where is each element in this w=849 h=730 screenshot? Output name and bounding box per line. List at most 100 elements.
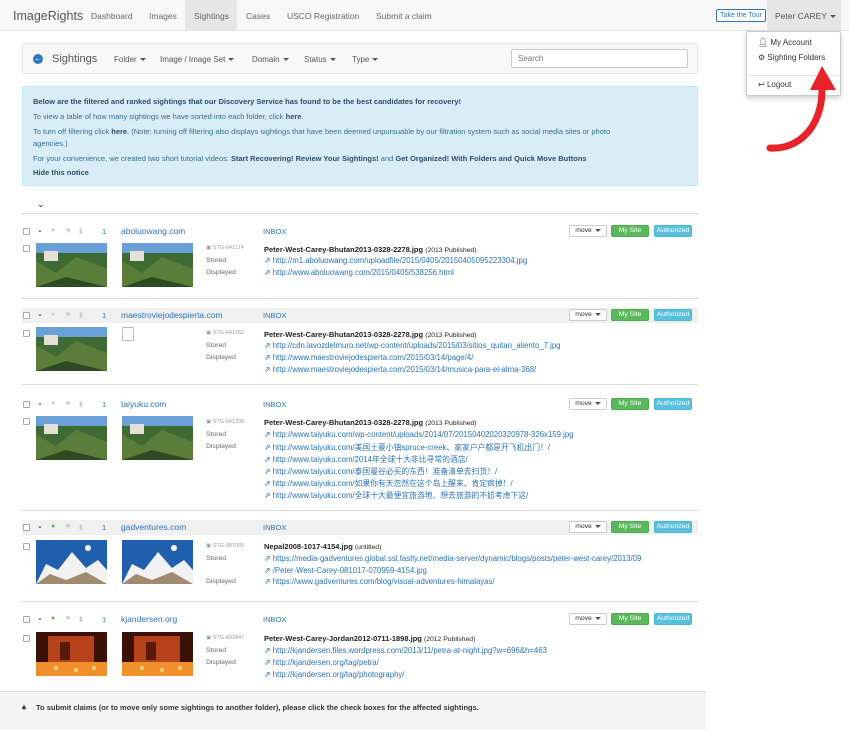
filter-image-set[interactable]: Image / Image Set bbox=[160, 55, 235, 64]
tutorial-link-organize[interactable]: Get Organized! With Folders and Quick Mo… bbox=[395, 154, 586, 163]
displayed-url-link[interactable]: https://www.gadventures.com/blog/visual-… bbox=[264, 577, 495, 586]
sighting-thumbnail[interactable] bbox=[36, 632, 107, 676]
sighting-count[interactable]: 1 bbox=[102, 523, 106, 532]
displayed-url-link[interactable]: http://www.aboluowang.com/2015/0405/5382… bbox=[264, 268, 454, 277]
sighting-count[interactable]: 1 bbox=[102, 400, 106, 409]
my-site-button[interactable]: My Site bbox=[611, 613, 649, 625]
sighting-thumbnail[interactable] bbox=[36, 416, 107, 460]
filter-status[interactable]: Status bbox=[304, 55, 336, 64]
displayed-url-link[interactable]: http://www.taiyuku.com/泰国曼谷必买的东西！准备清单去扫货… bbox=[264, 466, 497, 477]
row-checkbox[interactable] bbox=[23, 401, 30, 408]
folder-label[interactable]: INBOX bbox=[263, 311, 286, 320]
stored-url-link[interactable]: http://cdn.lavozdelmuro.net/wp-content/u… bbox=[264, 341, 561, 350]
stored-url-link[interactable]: http://kjandersen.files.wordpress.com/20… bbox=[264, 646, 547, 655]
search-input[interactable] bbox=[511, 49, 688, 68]
info-icon[interactable]: ● bbox=[51, 311, 55, 318]
authorized-button[interactable]: Authorized bbox=[654, 613, 692, 625]
filter-domain[interactable]: Domain bbox=[252, 55, 289, 64]
move-dropdown-button[interactable]: move bbox=[569, 398, 607, 410]
domain-link[interactable]: gadventures.com bbox=[121, 522, 186, 532]
authorized-button[interactable]: Authorized bbox=[654, 521, 692, 533]
flag-icon[interactable]: ⚑ bbox=[65, 311, 71, 319]
bookmark-icon[interactable]: ▮ bbox=[79, 400, 83, 408]
nav-cases[interactable]: Cases bbox=[246, 11, 270, 21]
folder-label[interactable]: INBOX bbox=[263, 523, 286, 532]
back-arrow-icon[interactable]: ← bbox=[33, 54, 43, 64]
chevron-down-icon[interactable]: ⌄ bbox=[37, 522, 43, 530]
displayed-url-link[interactable]: http://www.maestroviejodespierta.com/201… bbox=[264, 365, 537, 374]
displayed-url-link[interactable]: http://kjandersen.org/tag/photography/ bbox=[264, 670, 405, 679]
chevron-down-icon[interactable]: ⌄ bbox=[37, 226, 43, 234]
notice-link-here-table[interactable]: here bbox=[286, 112, 302, 121]
domain-link[interactable]: kjandersen.org bbox=[121, 614, 177, 624]
original-thumbnail[interactable] bbox=[122, 416, 193, 460]
displayed-url-link[interactable]: http://www.taiyuku.com/全球十大最便宜旅游地、想去旅游的不… bbox=[264, 490, 529, 501]
my-site-button[interactable]: My Site bbox=[611, 398, 649, 410]
flag-icon[interactable]: ⚑ bbox=[65, 400, 71, 408]
info-icon[interactable]: ● bbox=[51, 615, 55, 622]
my-site-button[interactable]: My Site bbox=[611, 521, 649, 533]
folder-label[interactable]: INBOX bbox=[263, 400, 286, 409]
my-site-button[interactable]: My Site bbox=[611, 309, 649, 321]
authorized-button[interactable]: Authorized bbox=[654, 225, 692, 237]
sighting-count[interactable]: 1 bbox=[102, 311, 106, 320]
bookmark-icon[interactable]: ▮ bbox=[79, 311, 83, 319]
nav-images[interactable]: Images bbox=[149, 11, 177, 21]
filter-type[interactable]: Type bbox=[352, 55, 379, 64]
displayed-url-link[interactable]: http://kjandersen.org/tag/petra/ bbox=[264, 658, 379, 667]
flag-icon[interactable]: ⚑ bbox=[65, 227, 71, 235]
displayed-url-link[interactable]: http://www.maestroviejodespierta.com/201… bbox=[264, 353, 474, 362]
image-checkbox[interactable] bbox=[23, 245, 30, 252]
move-dropdown-button[interactable]: move bbox=[569, 309, 607, 321]
brand-logo[interactable]: ImageRights bbox=[13, 9, 83, 23]
original-thumbnail[interactable] bbox=[122, 632, 193, 676]
displayed-url-link[interactable]: http://www.taiyuku.com/美国土豪小镇spruce-cree… bbox=[264, 442, 550, 453]
authorized-button[interactable]: Authorized bbox=[654, 309, 692, 321]
image-checkbox[interactable] bbox=[23, 635, 30, 642]
displayed-url-link[interactable]: http://www.taiyuku.com/如果你有天忽然在这个岛上醒来、肯定… bbox=[264, 478, 513, 489]
bookmark-icon[interactable]: ▮ bbox=[79, 615, 83, 623]
flag-icon[interactable]: ⚑ bbox=[65, 615, 71, 623]
image-checkbox[interactable] bbox=[23, 543, 30, 550]
displayed-url-link[interactable]: http://www.taiyuku.com/2014年全球十大非比寻常的酒店/ bbox=[264, 454, 468, 465]
domain-link[interactable]: aboluowang.com bbox=[121, 226, 185, 236]
folder-label[interactable]: INBOX bbox=[263, 615, 286, 624]
nav-sightings[interactable]: Sightings bbox=[194, 11, 229, 21]
original-thumbnail[interactable] bbox=[122, 540, 193, 584]
sighting-thumbnail[interactable] bbox=[36, 243, 107, 287]
hide-notice-link[interactable]: Hide this notice bbox=[33, 168, 89, 177]
folder-label[interactable]: INBOX bbox=[263, 227, 286, 236]
domain-link[interactable]: maestroviejodespierta.com bbox=[121, 310, 223, 320]
bookmark-icon[interactable]: ▮ bbox=[79, 227, 83, 235]
stored-url-link[interactable]: http://m1.aboluowang.com/uploadfile/2015… bbox=[264, 256, 527, 265]
sighting-thumbnail[interactable] bbox=[36, 540, 107, 584]
row-checkbox[interactable] bbox=[23, 312, 30, 319]
my-site-button[interactable]: My Site bbox=[611, 225, 649, 237]
take-tour-button[interactable]: Take the Tour bbox=[716, 9, 766, 22]
menu-item-my-account[interactable]: 👤︎ My Account bbox=[758, 38, 812, 47]
chevron-up-icon[interactable]: ▴ bbox=[22, 702, 26, 711]
info-icon[interactable]: ● bbox=[51, 523, 55, 530]
info-icon[interactable]: ● bbox=[51, 227, 55, 234]
bookmark-icon[interactable]: ▮ bbox=[79, 523, 83, 531]
image-checkbox[interactable] bbox=[23, 418, 30, 425]
move-dropdown-button[interactable]: move bbox=[569, 613, 607, 625]
flag-icon[interactable]: ⚑ bbox=[65, 523, 71, 531]
row-checkbox[interactable] bbox=[23, 616, 30, 623]
authorized-button[interactable]: Authorized bbox=[654, 398, 692, 410]
move-dropdown-button[interactable]: move bbox=[569, 521, 607, 533]
row-checkbox[interactable] bbox=[23, 524, 30, 531]
stored-url-link[interactable]: https://media-gadventures.global.ssl.fas… bbox=[264, 554, 642, 563]
info-icon[interactable]: ● bbox=[51, 400, 55, 407]
sighting-count[interactable]: 1 bbox=[102, 615, 106, 624]
stored-url-link-continued[interactable]: /Peter-West-Carey-081017-070959-4154.jpg bbox=[264, 566, 427, 575]
notice-link-here-filter[interactable]: here bbox=[111, 127, 127, 136]
move-dropdown-button[interactable]: move bbox=[569, 225, 607, 237]
original-thumbnail[interactable] bbox=[122, 243, 193, 287]
user-menu-toggle[interactable]: Peter CAREY bbox=[767, 0, 841, 31]
sighting-count[interactable]: 1 bbox=[102, 227, 106, 236]
tutorial-link-review[interactable]: Start Recovering! Review Your Sightings! bbox=[231, 154, 379, 163]
nav-dashboard[interactable]: Dashboard bbox=[91, 11, 133, 21]
filter-folder[interactable]: Folder bbox=[114, 55, 146, 64]
stored-url-link[interactable]: http://www.taiyuku.com/wp-content/upload… bbox=[264, 430, 574, 439]
